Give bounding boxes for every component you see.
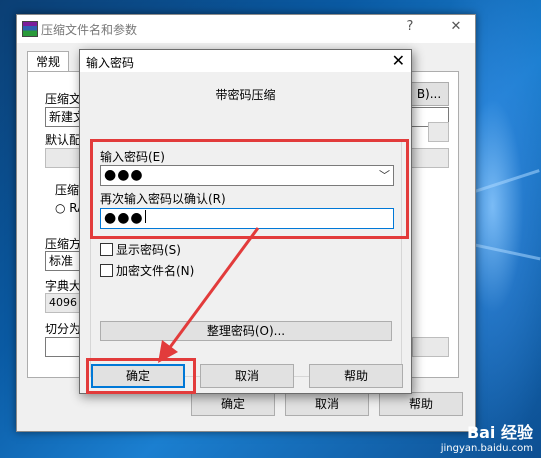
watermark-url: jingyan.baidu.com: [440, 443, 533, 454]
watermark-brand: Bai 经验: [466, 423, 533, 442]
annotation-arrow: [158, 227, 260, 363]
baidu-watermark: Bai 经验 jingyan.baidu.com: [441, 419, 533, 454]
